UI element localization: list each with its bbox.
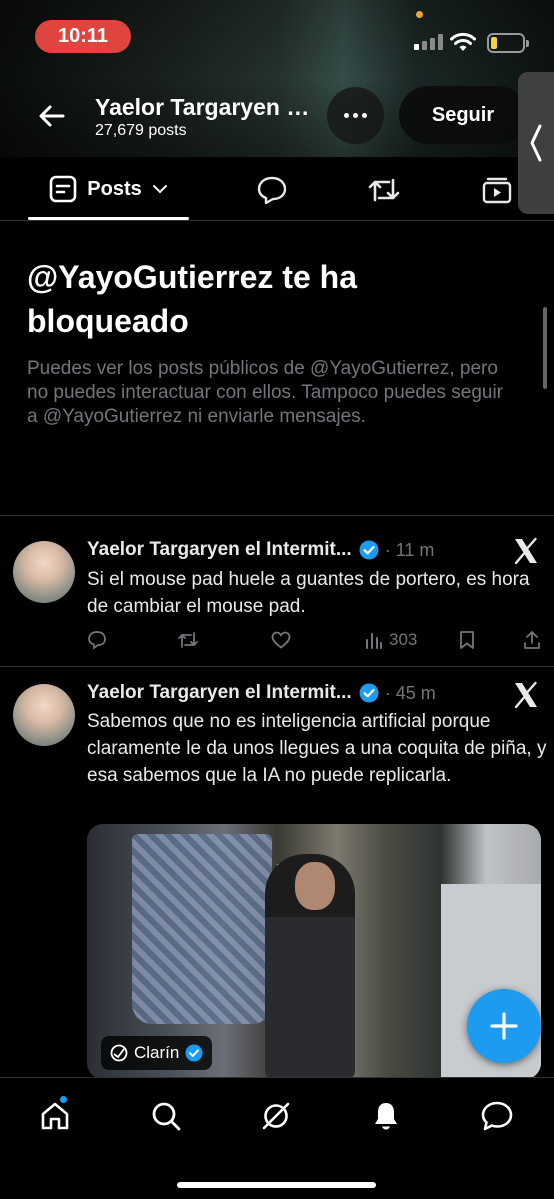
profile-title: Yaelor Targaryen el Intermitente 27,679 … bbox=[95, 94, 310, 140]
wifi-icon bbox=[450, 32, 476, 51]
verified-badge-icon bbox=[359, 683, 379, 703]
blocked-description: Puedes ver los posts públicos de @YayoGu… bbox=[27, 358, 504, 427]
notifications-icon bbox=[375, 1103, 397, 1130]
posts-icon bbox=[49, 175, 77, 203]
chevron-down-icon bbox=[152, 185, 167, 194]
scrollbar[interactable] bbox=[543, 307, 547, 389]
side-panel-handle[interactable] bbox=[518, 72, 554, 214]
nav-messages[interactable] bbox=[477, 1096, 517, 1136]
battery-icon bbox=[487, 33, 529, 53]
video-frame-shirt bbox=[132, 834, 272, 1024]
blocked-title: @YayoGutierrez te ha bloqueado bbox=[27, 259, 357, 339]
avatar[interactable] bbox=[13, 541, 75, 603]
home-indicator[interactable] bbox=[177, 1182, 376, 1188]
tweet-author[interactable]: Yaelor Targaryen el Intermit... bbox=[87, 682, 352, 704]
tab-reposts[interactable] bbox=[367, 173, 401, 207]
bottom-navigation bbox=[0, 1077, 554, 1199]
nav-home[interactable] bbox=[35, 1095, 75, 1136]
tweet-text: Sabemos que no es inteligencia artificia… bbox=[87, 711, 547, 786]
tweet-time: · 45 m bbox=[384, 682, 436, 703]
tab-replies[interactable] bbox=[255, 173, 289, 207]
tweet-actions: 303 bbox=[87, 628, 542, 652]
cellular-signal-icon bbox=[414, 34, 443, 50]
source-logo-icon bbox=[110, 1044, 128, 1062]
repost-icon bbox=[178, 632, 198, 648]
tab-posts-label: Posts bbox=[87, 177, 142, 200]
blocked-notice: @YayoGutierrez te ha bloqueado Puedes ve… bbox=[0, 221, 554, 516]
more-options-button[interactable] bbox=[327, 87, 384, 144]
compose-button[interactable] bbox=[467, 989, 541, 1063]
repost-button[interactable] bbox=[177, 628, 199, 652]
profile-tabs: Posts bbox=[0, 157, 554, 221]
reply-icon bbox=[257, 176, 287, 205]
bookmark-button[interactable] bbox=[459, 628, 475, 652]
like-button[interactable] bbox=[271, 628, 291, 652]
follow-button[interactable]: Seguir bbox=[399, 86, 527, 144]
media-source-name: Clarín bbox=[134, 1043, 180, 1062]
tweet-header: Yaelor Targaryen el Intermit... · 45 m bbox=[87, 680, 436, 706]
more-horizontal-icon bbox=[344, 113, 349, 118]
views-button[interactable]: 303 bbox=[365, 628, 417, 652]
video-icon bbox=[482, 177, 512, 204]
nav-search[interactable] bbox=[146, 1096, 186, 1136]
repost-icon bbox=[368, 178, 400, 202]
messages-icon bbox=[481, 1101, 513, 1131]
x-logo-icon[interactable] bbox=[512, 537, 540, 565]
back-button[interactable] bbox=[32, 96, 72, 136]
x-logo-icon[interactable] bbox=[512, 681, 540, 709]
tweet-author[interactable]: Yaelor Targaryen el Intermit... bbox=[87, 539, 352, 561]
notification-dot bbox=[59, 1095, 68, 1104]
search-icon bbox=[152, 1102, 181, 1131]
status-time: 10:11 bbox=[35, 20, 131, 53]
tweet-header: Yaelor Targaryen el Intermit... · 11 m bbox=[87, 537, 434, 563]
tab-posts[interactable]: Posts bbox=[28, 157, 189, 221]
views-count: 303 bbox=[389, 630, 418, 649]
plus-icon bbox=[490, 1012, 518, 1040]
share-button[interactable] bbox=[523, 628, 541, 652]
privacy-indicator bbox=[416, 11, 423, 18]
share-icon bbox=[524, 631, 540, 649]
verified-badge-icon bbox=[359, 540, 379, 560]
arrow-left-icon bbox=[39, 105, 65, 127]
reply-icon bbox=[88, 631, 106, 650]
tweet-text: Si el mouse pad huele a guantes de porte… bbox=[87, 569, 530, 617]
verified-badge-icon bbox=[185, 1044, 203, 1062]
tweet-time: · 11 m bbox=[384, 539, 435, 560]
nav-grok[interactable] bbox=[256, 1096, 296, 1136]
tab-videos[interactable] bbox=[480, 173, 514, 207]
analytics-icon bbox=[366, 633, 382, 649]
profile-name: Yaelor Targaryen el Intermitente bbox=[95, 94, 310, 120]
home-icon bbox=[41, 1102, 69, 1130]
reply-button[interactable] bbox=[87, 628, 107, 652]
profile-topbar: Yaelor Targaryen el Intermitente 27,679 … bbox=[0, 84, 554, 146]
posts-count: 27,679 posts bbox=[95, 122, 187, 139]
nav-notifications[interactable] bbox=[366, 1096, 406, 1136]
video-frame-face bbox=[295, 862, 335, 910]
grok-icon bbox=[262, 1102, 290, 1130]
heart-icon bbox=[271, 631, 291, 649]
chevron-left-icon bbox=[530, 124, 542, 162]
avatar[interactable] bbox=[13, 684, 75, 746]
media-source-badge[interactable]: Clarín bbox=[101, 1036, 213, 1070]
tweet[interactable]: Yaelor Targaryen el Intermit... · 11 m S… bbox=[0, 517, 554, 667]
active-tab-indicator bbox=[28, 217, 189, 220]
status-bar: 10:11 bbox=[0, 0, 554, 70]
bookmark-icon bbox=[460, 631, 474, 649]
